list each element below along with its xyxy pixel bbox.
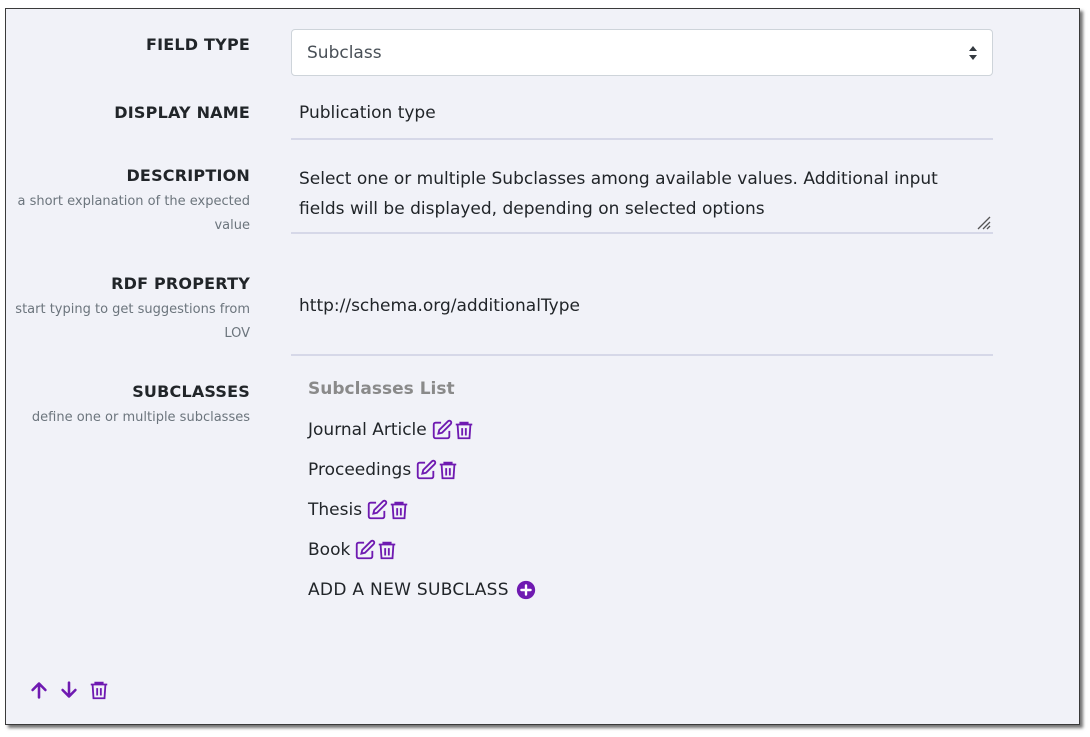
trash-icon[interactable]	[453, 419, 475, 441]
field-actions	[28, 679, 110, 701]
subclass-item-label: Journal Article	[308, 420, 427, 440]
edit-icon[interactable]	[366, 499, 388, 521]
edit-icon[interactable]	[431, 419, 453, 441]
edit-icon[interactable]	[415, 459, 437, 481]
subclass-item-label: Book	[308, 540, 351, 560]
subclasses-help: define one or multiple subclasses	[31, 410, 250, 425]
rdf-property-label: RDF PROPERTY	[111, 274, 250, 293]
arrow-up-icon[interactable]	[28, 679, 50, 701]
trash-icon[interactable]	[88, 679, 110, 701]
add-subclass-label: ADD A NEW SUBCLASS	[308, 580, 509, 600]
trash-icon[interactable]	[388, 499, 410, 521]
description-label: DESCRIPTION	[126, 166, 250, 185]
subclass-item: Thesis	[308, 499, 410, 521]
subclass-item-label: Thesis	[308, 500, 363, 520]
trash-icon[interactable]	[376, 539, 398, 561]
subclass-item: Journal Article	[308, 419, 475, 441]
subclasses-list-title: Subclasses List	[308, 379, 455, 399]
rdf-property-help: start typing to get suggestions from LOV	[15, 302, 250, 341]
subclass-item-label: Proceedings	[308, 460, 412, 480]
plus-circle-icon	[516, 580, 536, 600]
display-name-underline	[291, 138, 993, 140]
subclass-item: Book	[308, 539, 398, 561]
field-type-label: FIELD TYPE	[145, 35, 250, 54]
field-editor-panel: FIELD TYPE Subclass DISPLAY NAME Publica…	[5, 8, 1080, 725]
arrow-down-icon[interactable]	[58, 679, 80, 701]
description-textarea[interactable]: Select one or multiple Subclasses among …	[299, 164, 984, 224]
subclasses-label: SUBCLASSES	[132, 382, 250, 401]
display-name-input[interactable]: Publication type	[299, 103, 436, 123]
field-type-value: Subclass	[307, 42, 382, 63]
rdf-property-underline	[291, 354, 993, 356]
field-type-select[interactable]: Subclass	[291, 29, 993, 76]
subclass-item: Proceedings	[308, 459, 459, 481]
rdf-property-input[interactable]: http://schema.org/additionalType	[299, 296, 580, 316]
select-arrows-icon	[969, 46, 977, 60]
description-underline	[291, 232, 993, 234]
trash-icon[interactable]	[437, 459, 459, 481]
add-subclass-button[interactable]: ADD A NEW SUBCLASS	[308, 579, 537, 601]
display-name-label: DISPLAY NAME	[114, 103, 250, 122]
resize-handle-icon[interactable]	[975, 214, 991, 230]
edit-icon[interactable]	[354, 539, 376, 561]
description-help: a short explanation of the expected valu…	[17, 194, 250, 233]
